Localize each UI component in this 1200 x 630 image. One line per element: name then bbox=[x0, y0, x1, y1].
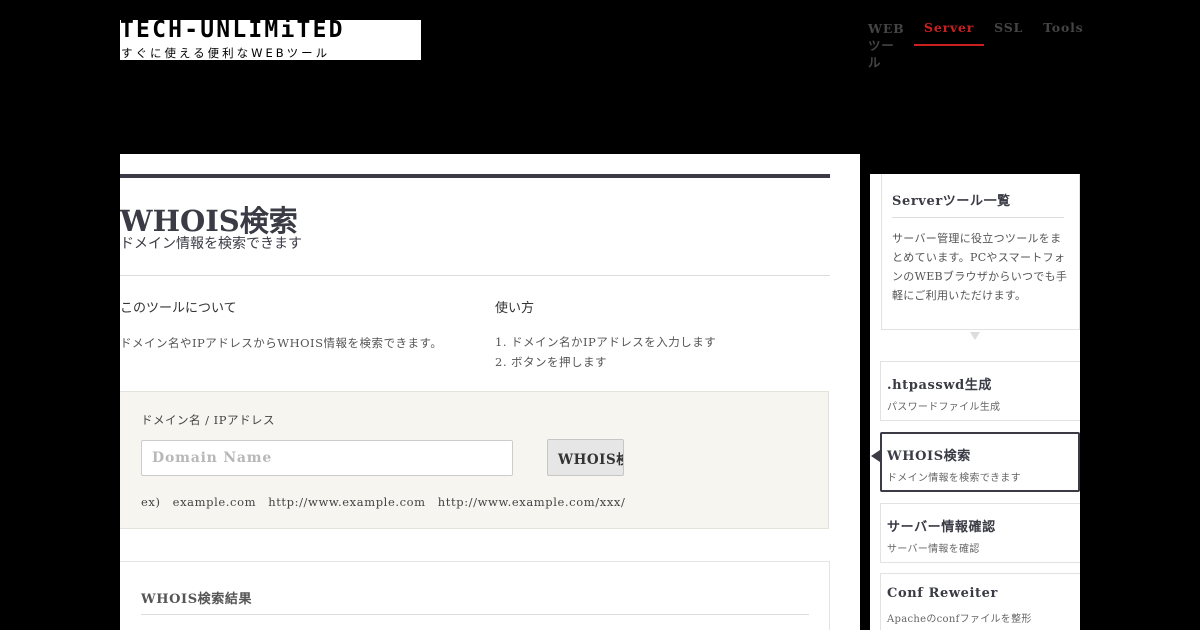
logo-tagline: すぐに使える便利なWEBツール bbox=[121, 46, 331, 60]
logo-text: TECH-UNLIMiTED bbox=[120, 20, 345, 43]
nav-item-tools[interactable]: Tools bbox=[1033, 20, 1093, 44]
usage-steps: 1. ドメイン名かIPアドレスを入力します 2. ボタンを押します bbox=[495, 334, 716, 374]
sidebar-tool-htpasswd[interactable]: .htpasswd生成 パスワードファイル生成 bbox=[880, 361, 1080, 421]
main-nav: WEB ツール Server SSL Tools bbox=[862, 20, 1093, 70]
sidebar-info-card: Serverツール一覧 サーバー管理に役立つツールをまとめています。PCやスマー… bbox=[881, 174, 1080, 330]
sidebar-info-title: Serverツール一覧 bbox=[892, 194, 1011, 209]
results-panel: WHOIS検索結果 bbox=[120, 561, 830, 630]
about-text: ドメイン名やIPアドレスからWHOIS情報を検索できます。 bbox=[120, 336, 443, 350]
usage-step: 2. ボタンを押します bbox=[495, 355, 607, 369]
header-divider bbox=[120, 275, 830, 276]
usage-heading: 使い方 bbox=[495, 301, 535, 316]
usage-step: 1. ドメイン名かIPアドレスを入力します bbox=[495, 335, 717, 349]
sidebar-info-divider bbox=[892, 217, 1064, 218]
results-title: WHOIS検索結果 bbox=[141, 592, 253, 607]
about-heading: このツールについて bbox=[120, 301, 237, 316]
sidebar-tool-server-info[interactable]: サーバー情報確認 サーバー情報を確認 bbox=[880, 503, 1080, 563]
whois-search-button[interactable]: WHOIS検索 bbox=[547, 439, 624, 476]
tool-title: サーバー情報確認 bbox=[887, 520, 996, 535]
domain-input-label: ドメイン名 / IPアドレス bbox=[141, 413, 275, 427]
domain-input[interactable] bbox=[141, 440, 513, 476]
sidebar-info-text: サーバー管理に役立つツールをまとめています。PCやスマートフォンのWEBブラウザ… bbox=[892, 232, 1068, 302]
sidebar: Serverツール一覧 サーバー管理に役立つツールをまとめています。PCやスマー… bbox=[870, 174, 1080, 630]
nav-item-web-tools[interactable]: WEB ツール bbox=[862, 20, 914, 70]
tool-title: WHOIS検索 bbox=[887, 449, 971, 464]
title-top-rule bbox=[120, 174, 830, 178]
info-pointer-icon bbox=[970, 332, 980, 340]
page-subtitle: ドメイン情報を検索できます bbox=[120, 236, 302, 252]
tool-title: .htpasswd生成 bbox=[887, 378, 993, 393]
sidebar-tool-conf-rewriter[interactable]: Conf Reweiter Apacheのconfファイルを整形 bbox=[880, 573, 1080, 630]
tool-description: サーバー情報を確認 bbox=[887, 544, 980, 555]
sidebar-tool-whois[interactable]: WHOIS検索 ドメイン情報を検索できます bbox=[880, 432, 1080, 492]
main-content: WHOIS検索 ドメイン情報を検索できます このツールについて ドメイン名やIP… bbox=[120, 154, 860, 630]
results-divider bbox=[141, 614, 809, 615]
site-logo[interactable]: TECH-UNLIMiTED すぐに使える便利なWEBツール bbox=[120, 20, 421, 60]
tool-description: パスワードファイル生成 bbox=[887, 402, 1001, 413]
selected-pointer-icon bbox=[871, 450, 880, 462]
tool-description: ドメイン情報を検索できます bbox=[887, 473, 1021, 484]
tool-description: Apacheのconfファイルを整形 bbox=[887, 614, 1032, 625]
nav-item-server[interactable]: Server bbox=[914, 20, 985, 46]
nav-item-ssl[interactable]: SSL bbox=[984, 20, 1033, 44]
input-example-text: ex) example.com http://www.example.com h… bbox=[141, 495, 626, 509]
whois-form: ドメイン名 / IPアドレス WHOIS検索 ex) example.com h… bbox=[120, 391, 829, 529]
tool-title: Conf Reweiter bbox=[887, 586, 998, 601]
